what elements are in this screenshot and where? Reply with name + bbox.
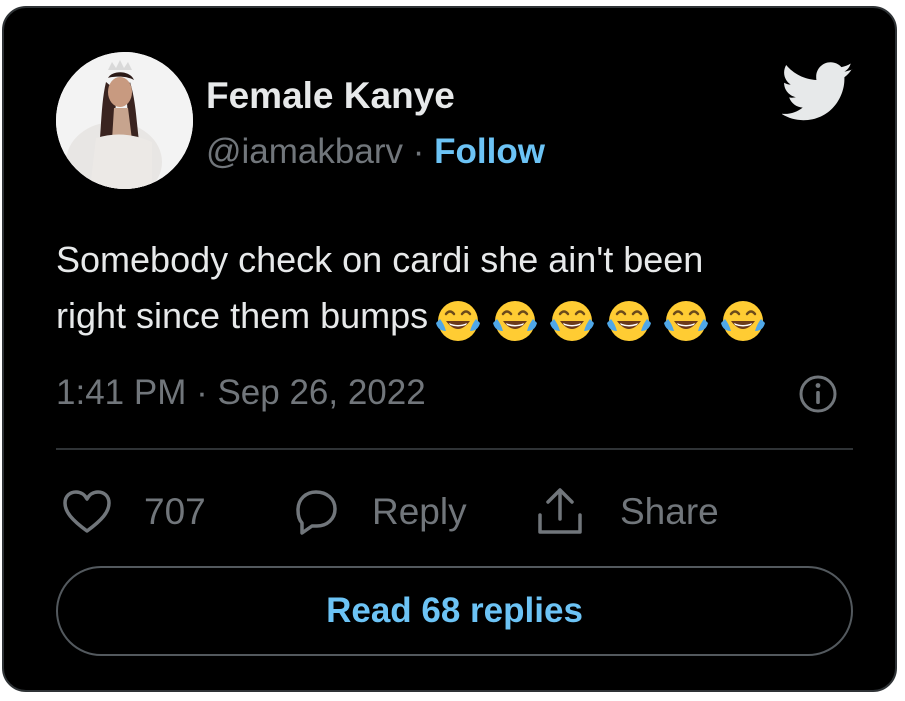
tears-of-joy-emoji-icon [493,300,538,341]
share-icon [538,488,582,534]
like-button[interactable]: 707 [62,486,206,538]
author-handle-row: @iamakbarv · Follow [206,130,545,174]
author-display-name[interactable]: Female Kanye [206,74,455,118]
handle-separator: · [412,132,425,171]
reply-label: Reply [372,491,467,532]
tweet-text-line-2-words: right since them bumps [56,295,429,336]
tears-of-joy-emoji-icon [664,300,709,341]
heart-icon [63,490,111,533]
reply-button[interactable]: Reply [290,486,467,538]
share-button[interactable]: Share [534,486,719,538]
tears-of-joy-emoji-icon [607,300,652,341]
twitter-bird-icon[interactable] [782,62,854,122]
avatar[interactable] [56,52,193,189]
follow-button[interactable]: Follow [434,132,545,171]
tears-of-joy-emoji-icon [436,300,481,341]
share-label: Share [620,491,719,532]
divider [56,448,853,450]
reply-icon [296,490,337,535]
info-icon[interactable] [798,374,838,414]
author-handle[interactable]: @iamakbarv [206,132,403,171]
tweet-text-line-2: right since them bumps [56,288,856,346]
avatar-image [56,52,193,189]
like-count: 707 [144,491,206,532]
tweet-card: Female Kanye @iamakbarv · Follow Somebod… [2,6,897,692]
emoji-row [432,290,774,346]
tweet-text: Somebody check on cardi she ain't been r… [56,232,856,346]
tweet-timestamp[interactable]: 1:41 PM · Sep 26, 2022 [56,370,426,416]
tears-of-joy-emoji-icon [721,300,766,341]
tweet-text-line-1: Somebody check on cardi she ain't been [56,239,704,280]
read-replies-button[interactable]: Read 68 replies [56,566,853,656]
tears-of-joy-emoji-icon [550,300,595,341]
